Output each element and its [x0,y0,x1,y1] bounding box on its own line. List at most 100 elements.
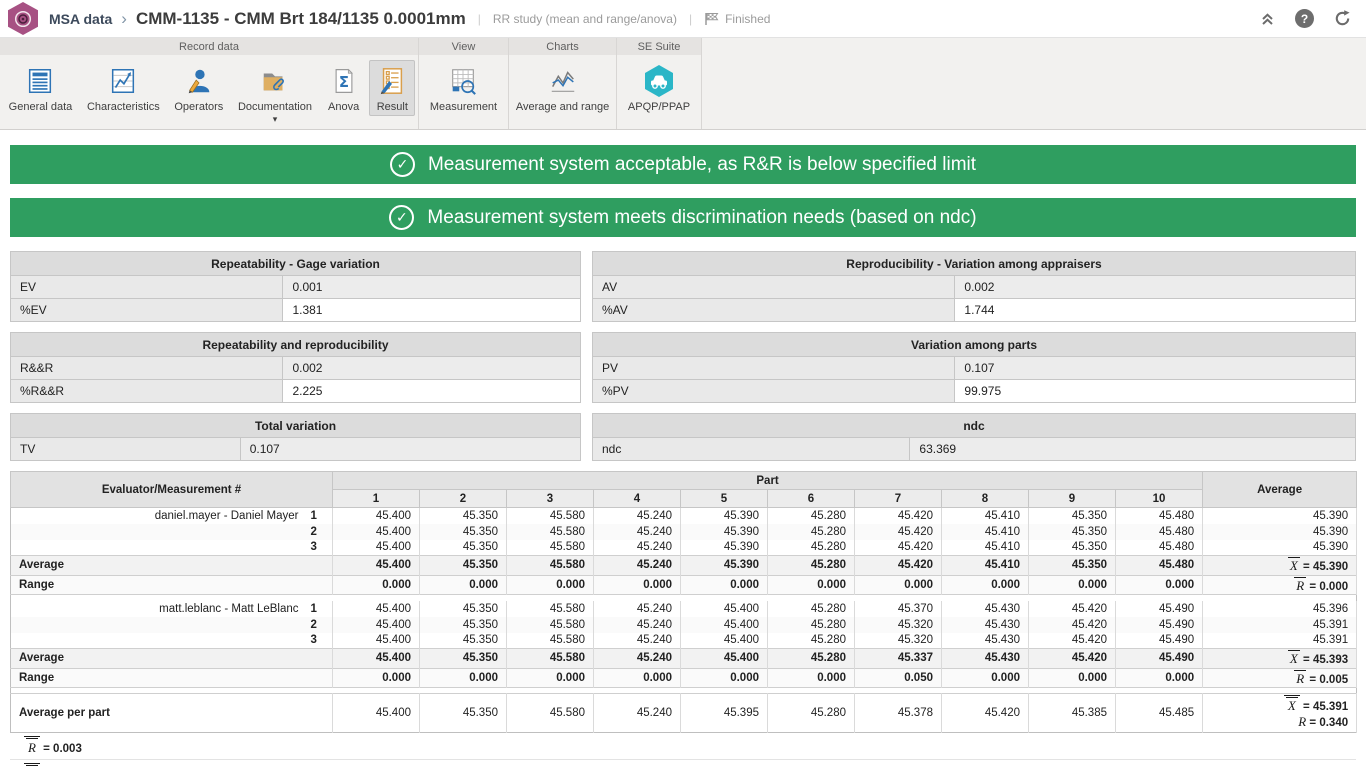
stat-value: 0.001 [283,276,581,299]
average-value-cell: 45.337 [855,649,942,669]
average-row-label: Average [11,556,333,576]
range-value-cell: 0.000 [1029,668,1116,688]
stat-table-title: Reproducibility - Variation among apprai… [593,252,1356,276]
ribbon-group-record-data: Record data General data [0,38,419,129]
average-value-cell: 45.580 [507,556,594,576]
average-value-cell: 45.240 [594,649,681,669]
measurement-value-cell: 45.400 [333,633,420,649]
stat-tables-grid: Repeatability - Gage variationEV0.001%EV… [10,251,1356,461]
range-value-cell: 0.000 [942,668,1029,688]
part-average-cell: 45.400 [333,694,420,733]
repeatability-table: Repeatability - Gage variationEV0.001%EV… [10,251,581,322]
result-content: ✓ Measurement system acceptable, as R&R … [0,130,1366,768]
ribbon-button-measurement[interactable]: Measurement [424,60,503,116]
range-value-cell: 0.000 [681,668,768,688]
reproducibility-table: Reproducibility - Variation among apprai… [592,251,1356,322]
stat-row: %PV99.975 [593,380,1356,403]
ribbon-group-charts: Charts Average and range [509,38,617,129]
average-header: Average [1203,472,1357,508]
average-value-cell: 45.490 [1116,649,1203,669]
grand-summary-cell: X = 45.391R = 0.340 [1203,694,1357,733]
stat-row: AV0.002 [593,276,1356,299]
breadcrumb-chevron-icon: › [121,10,127,27]
dropdown-caret-icon[interactable]: ▾ [273,116,278,122]
measurement-value-cell: 45.580 [507,524,594,540]
ribbon-button-result[interactable]: Result [369,60,415,116]
trial-average-cell: 45.390 [1203,540,1357,556]
summary-cell: X = 45.393 [1203,649,1357,669]
measurement-row: 345.40045.35045.58045.24045.39045.28045.… [11,540,1357,556]
chevron-double-up-icon [1259,11,1276,27]
ribbon-button-operators[interactable]: Operators [168,60,229,116]
measurement-row: 345.40045.35045.58045.24045.40045.28045.… [11,633,1357,649]
ribbon-button-label: Measurement [430,101,497,113]
header-separator: | [478,12,481,26]
ribbon-button-average-and-range[interactable]: Average and range [510,60,615,116]
part-number-header: 10 [1116,490,1203,508]
ribbon-button-label: Result [377,101,408,113]
rr-table: Repeatability and reproducibilityR&&R0.0… [10,332,581,403]
trial-number-cell: 3 [307,633,333,649]
trial-number-cell: 1 [307,508,333,524]
stat-label: AV [593,276,955,299]
measurement-value-cell: 45.420 [855,524,942,540]
measurement-value-cell: 45.280 [768,540,855,556]
stat-label: %AV [593,299,955,322]
folder-paperclip-icon [258,64,292,98]
measurement-value-cell: 45.400 [333,601,420,617]
measurement-row: 245.40045.35045.58045.24045.39045.28045.… [11,524,1357,540]
banner-text: Measurement system meets discrimination … [427,207,976,229]
help-button[interactable]: ? [1295,8,1314,30]
range-value-cell: 0.000 [507,668,594,688]
stat-row: ndc63.369 [593,438,1356,461]
measurement-value-cell: 45.580 [507,617,594,633]
stat-label: ndc [593,438,910,461]
range-value-cell: 0.000 [1029,575,1116,595]
app-logo[interactable] [8,2,38,35]
average-value-cell: 45.390 [681,556,768,576]
measurement-value-cell: 45.420 [1029,601,1116,617]
footer-stat-line: R = 0.003 [10,733,1356,760]
ribbon-button-anova[interactable]: Σ Anova [321,60,367,116]
refresh-button[interactable] [1333,8,1352,30]
ribbon-button-documentation[interactable]: Documentation ▾ [232,60,318,125]
ribbon-button-general-data[interactable]: General data [3,60,79,116]
measurement-value-cell: 45.420 [1029,633,1116,649]
average-value-cell: 45.280 [768,649,855,669]
trial-number-cell: 3 [307,540,333,556]
footer-stat-line: X dif = 0.003 [10,760,1356,768]
measurement-value-cell: 45.580 [507,633,594,649]
measurement-value-cell: 45.580 [507,540,594,556]
ribbon-button-characteristics[interactable]: Characteristics [81,60,166,116]
measurement-value-cell: 45.240 [594,633,681,649]
stat-value: 2.225 [283,380,581,403]
breadcrumb-msa-data[interactable]: MSA data [49,11,112,27]
average-value-cell: 45.420 [855,556,942,576]
measurement-value-cell: 45.480 [1116,540,1203,556]
evaluator-name-cell [11,633,307,649]
stat-row: TV0.107 [11,438,581,461]
check-circle-icon: ✓ [389,205,414,230]
part-average-cell: 45.378 [855,694,942,733]
stat-row: %AV1.744 [593,299,1356,322]
average-per-part-row: Average per part45.40045.35045.58045.240… [11,694,1357,733]
ribbon-group-label: Charts [509,38,616,55]
ribbon-group-se-suite: SE Suite APQP/PPAP [617,38,702,129]
range-row: Range0.0000.0000.0000.0000.0000.0000.050… [11,668,1357,688]
target-logo-icon [14,10,32,28]
measurement-value-cell: 45.240 [594,524,681,540]
ribbon-button-label: General data [9,101,73,113]
range-value-cell: 0.000 [1116,668,1203,688]
average-value-cell: 45.400 [333,556,420,576]
trial-number-cell: 2 [307,617,333,633]
range-value-cell: 0.000 [768,575,855,595]
part-number-header: 9 [1029,490,1116,508]
ribbon-button-apqp-ppap[interactable]: APQP/PPAP [622,60,696,116]
measurement-value-cell: 45.350 [1029,524,1116,540]
collapse-button[interactable] [1259,8,1276,30]
part-average-cell: 45.485 [1116,694,1203,733]
grid-magnifier-icon [446,64,480,98]
measurement-value-cell: 45.390 [681,540,768,556]
range-value-cell: 0.000 [855,575,942,595]
measurement-value-cell: 45.240 [594,617,681,633]
